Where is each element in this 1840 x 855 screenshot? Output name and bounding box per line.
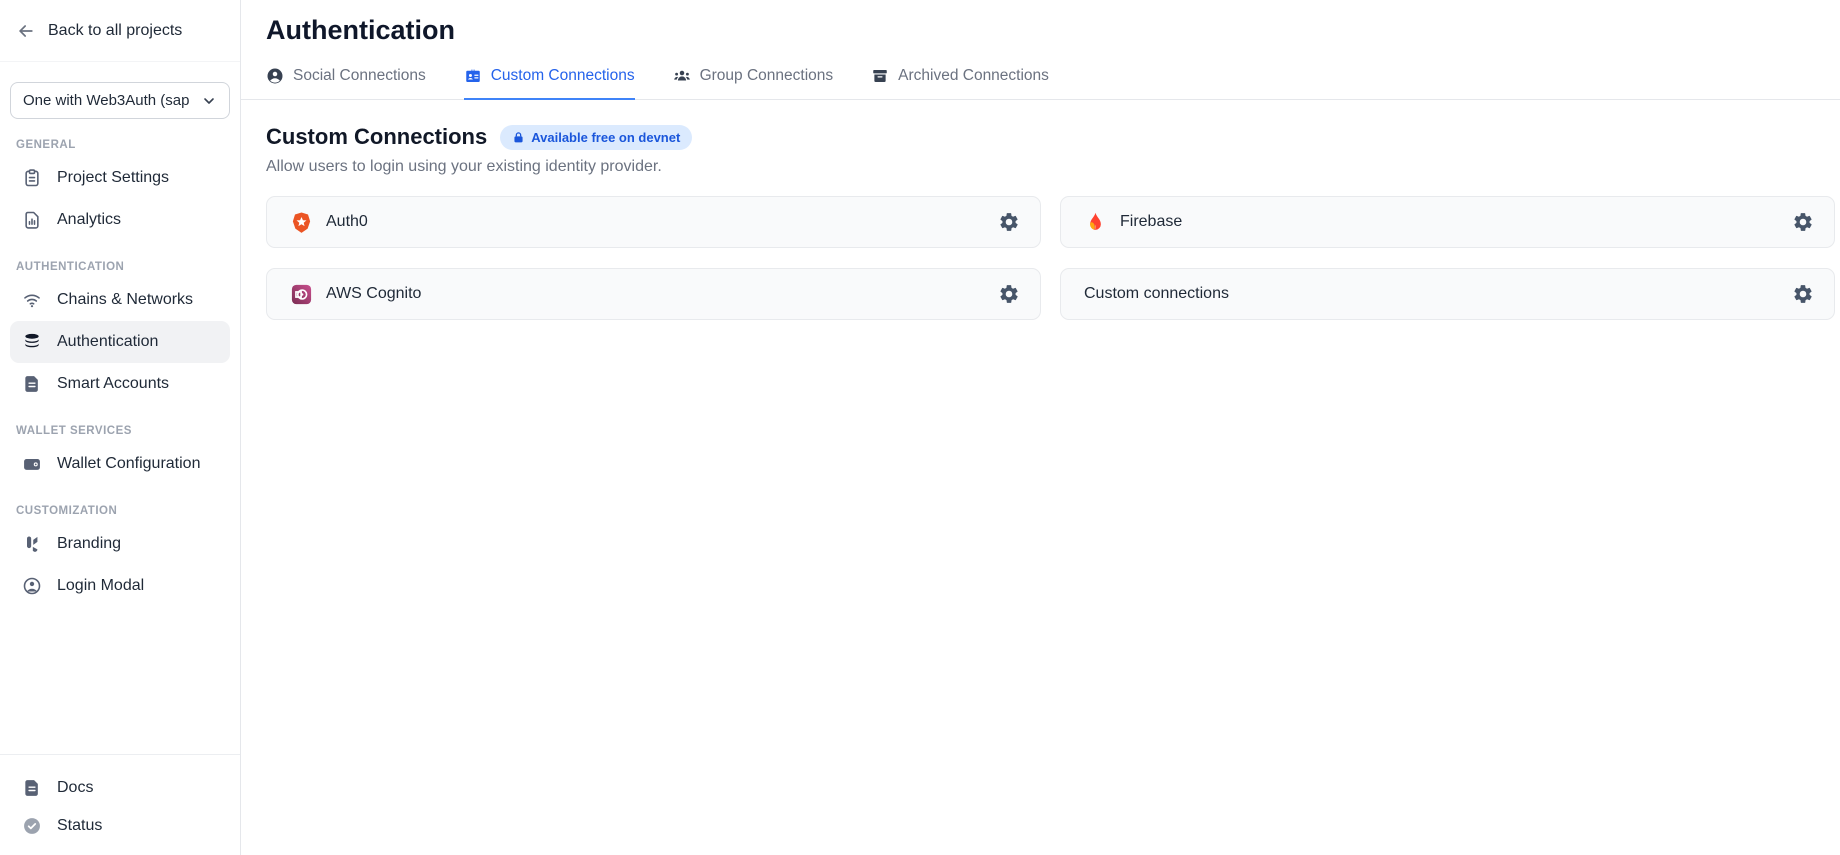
group-icon: [673, 67, 691, 85]
connection-card-custom-connections[interactable]: Custom connections: [1060, 268, 1835, 320]
sidebar-item-label: Branding: [57, 535, 121, 553]
lock-icon: [512, 131, 525, 144]
sidebar-item-label: Project Settings: [57, 169, 169, 187]
sidebar-item-label: Wallet Configuration: [57, 455, 200, 473]
person-circle-icon: [266, 67, 284, 85]
section-label-general: GENERAL: [10, 139, 230, 151]
connection-card-label: Auth0: [326, 213, 985, 231]
database-icon: [22, 332, 42, 352]
sidebar-item-label: Status: [57, 817, 102, 835]
tab-label: Archived Connections: [898, 67, 1049, 85]
sidebar-item-docs[interactable]: Docs: [10, 769, 230, 807]
gear-icon[interactable]: [998, 283, 1020, 305]
id-badge-icon: [464, 67, 482, 85]
clipboard-icon: [22, 168, 42, 188]
connection-card-auth0[interactable]: Auth0: [266, 196, 1041, 248]
devnet-badge-label: Available free on devnet: [531, 130, 680, 145]
sidebar-item-branding[interactable]: Branding: [10, 523, 230, 565]
wallet-icon: [22, 454, 42, 474]
sidebar-item-analytics[interactable]: Analytics: [10, 199, 230, 241]
tab-social-connections[interactable]: Social Connections: [266, 67, 426, 100]
sidebar-item-smart-accounts[interactable]: Smart Accounts: [10, 363, 230, 405]
project-selector-value: One with Web3Auth (sap: [23, 92, 201, 109]
tab-bar: Social Connections Custom Connections Gr…: [241, 67, 1840, 100]
section-label-customization: CUSTOMIZATION: [10, 505, 230, 517]
sidebar-item-label: Chains & Networks: [57, 291, 193, 309]
section-label-wallet-services: WALLET SERVICES: [10, 425, 230, 437]
page-title: Authentication: [266, 15, 1840, 46]
paintbrush-icon: [22, 534, 42, 554]
sidebar-footer: Docs Status: [0, 754, 240, 855]
arrow-left-icon: [16, 21, 36, 41]
connection-card-aws-cognito[interactable]: AWS Cognito: [266, 268, 1041, 320]
user-circle-icon: [22, 576, 42, 596]
section-label-authentication: AUTHENTICATION: [10, 261, 230, 273]
analytics-icon: [22, 210, 42, 230]
project-selector[interactable]: One with Web3Auth (sap: [10, 82, 230, 119]
check-circle-icon: [22, 816, 42, 836]
custom-connections-panel: Custom Connections Available free on dev…: [241, 100, 1840, 320]
back-to-projects-link[interactable]: Back to all projects: [0, 0, 240, 62]
section-heading: Custom Connections: [266, 124, 487, 150]
sidebar-item-label: Smart Accounts: [57, 375, 169, 393]
sidebar-item-label: Login Modal: [57, 577, 144, 595]
sidebar-item-status[interactable]: Status: [10, 807, 230, 845]
app-window: Back to all projects One with Web3Auth (…: [0, 0, 1840, 855]
sidebar-item-label: Authentication: [57, 333, 158, 351]
tab-group-connections[interactable]: Group Connections: [673, 67, 834, 100]
sidebar-item-authentication[interactable]: Authentication: [10, 321, 230, 363]
file-icon: [22, 374, 42, 394]
sidebar-nav: One with Web3Auth (sap GENERAL Project S…: [0, 62, 240, 754]
main-content: Authentication Social Connections Custom…: [241, 0, 1840, 855]
wifi-icon: [22, 290, 42, 310]
sidebar-item-chains-networks[interactable]: Chains & Networks: [10, 279, 230, 321]
gear-icon[interactable]: [1792, 211, 1814, 233]
sidebar-item-label: Analytics: [57, 211, 121, 229]
sidebar-item-wallet-configuration[interactable]: Wallet Configuration: [10, 443, 230, 485]
tab-custom-connections[interactable]: Custom Connections: [464, 67, 635, 100]
aws-cognito-logo: [290, 283, 313, 306]
tab-label: Social Connections: [293, 67, 426, 85]
auth0-logo: [290, 211, 313, 234]
chevron-down-icon: [201, 93, 217, 109]
tab-label: Custom Connections: [491, 67, 635, 85]
gear-icon[interactable]: [998, 211, 1020, 233]
firebase-logo: [1084, 211, 1107, 234]
devnet-badge: Available free on devnet: [500, 125, 692, 150]
tab-archived-connections[interactable]: Archived Connections: [871, 67, 1049, 100]
connection-card-firebase[interactable]: Firebase: [1060, 196, 1835, 248]
connections-grid: Auth0 Firebase: [266, 196, 1835, 320]
archive-icon: [871, 67, 889, 85]
sidebar-item-login-modal[interactable]: Login Modal: [10, 565, 230, 607]
tab-label: Group Connections: [700, 67, 834, 85]
gear-icon[interactable]: [1792, 283, 1814, 305]
connection-card-label: AWS Cognito: [326, 285, 985, 303]
back-label: Back to all projects: [48, 22, 182, 40]
sidebar-item-label: Docs: [57, 779, 93, 797]
connection-card-label: Firebase: [1120, 213, 1779, 231]
section-description: Allow users to login using your existing…: [266, 158, 1835, 176]
connection-card-label: Custom connections: [1084, 285, 1779, 303]
document-icon: [22, 778, 42, 798]
sidebar-item-project-settings[interactable]: Project Settings: [10, 157, 230, 199]
sidebar: Back to all projects One with Web3Auth (…: [0, 0, 241, 855]
